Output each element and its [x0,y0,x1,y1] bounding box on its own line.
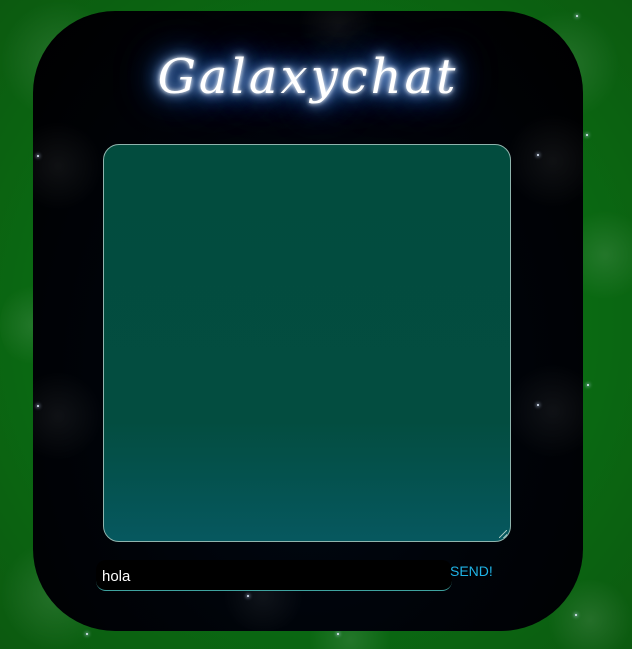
star-decoration [37,405,39,407]
star-decoration [247,595,249,597]
star-decoration [537,154,539,156]
panel-glow [508,361,583,461]
star-decoration [337,633,339,635]
star-decoration [586,134,588,136]
message-input[interactable] [100,563,444,589]
panel-glow [508,111,583,211]
panel-glow [33,121,103,211]
send-button[interactable]: SEND! [448,561,495,581]
star-decoration [537,404,539,406]
message-input-container [96,560,452,591]
star-decoration [37,155,39,157]
chat-window: Galaxychat [33,11,583,631]
chat-messages-area[interactable] [103,144,511,542]
star-decoration [575,614,577,616]
star-decoration [576,15,578,17]
app-title: Galaxychat [157,49,459,105]
star-decoration [587,384,589,386]
panel-glow [33,371,103,461]
star-decoration [86,633,88,635]
resize-handle-icon[interactable] [499,530,507,538]
